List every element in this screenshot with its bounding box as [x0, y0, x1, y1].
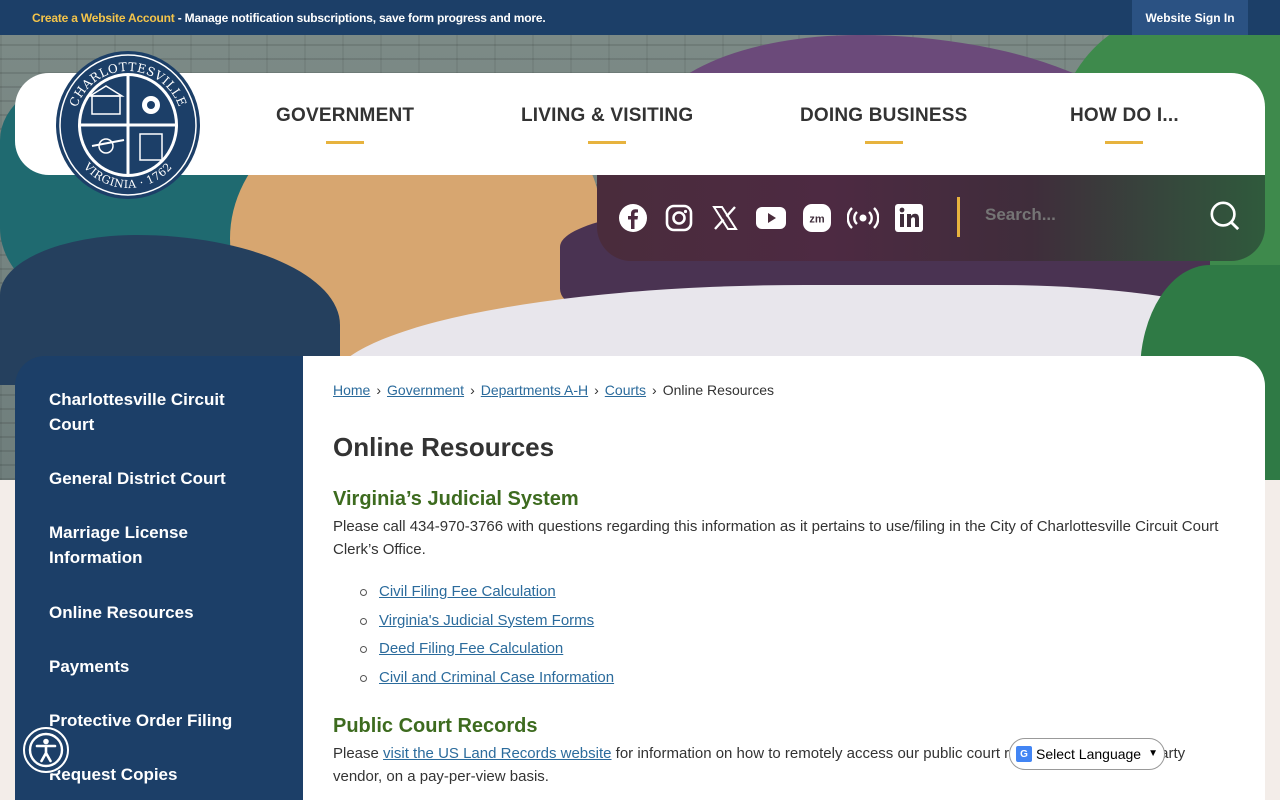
- top-notification-bar: Create a Website Account - Manage notifi…: [0, 0, 1280, 35]
- list-item: Civil and Criminal Case Information: [359, 669, 614, 698]
- list-item: Civil Filing Fee Calculation: [359, 583, 614, 612]
- chevron-down-icon: ▼: [1148, 748, 1158, 759]
- sidebar-item-general-district-court[interactable]: General District Court: [49, 466, 269, 491]
- link-case-information[interactable]: Civil and Criminal Case Information: [379, 669, 614, 686]
- search-icon[interactable]: [1209, 200, 1241, 232]
- breadcrumb-departments[interactable]: Departments A-H: [481, 382, 588, 398]
- section-heading-judicial-system: Virginia’s Judicial System: [333, 488, 579, 510]
- list-item: Deed Filing Fee Calculation: [359, 640, 614, 669]
- nav-doing-business[interactable]: DOING BUSINESS: [800, 105, 968, 144]
- sidebar-item-protective-order[interactable]: Protective Order Filing: [49, 708, 269, 733]
- breadcrumb-separator: ›: [594, 382, 599, 398]
- linkedin-icon[interactable]: [893, 202, 925, 234]
- accessibility-icon: [28, 732, 64, 768]
- nav-label: LIVING & VISITING: [521, 105, 694, 126]
- nav-underline: [864, 141, 903, 144]
- youtube-icon[interactable]: [755, 202, 787, 234]
- social-search-strip: zm: [597, 175, 1265, 261]
- main-content: Home › Government › Departments A-H › Courts › O…: [303, 356, 1265, 800]
- city-seal-logo[interactable]: CHARLOTTESVILLE VIRGINIA · 1762: [54, 50, 202, 200]
- google-translate-icon: G: [1016, 746, 1032, 762]
- public-records-text-before: Please: [333, 745, 384, 762]
- sidebar-item-online-resources[interactable]: Online Resources: [49, 600, 269, 625]
- language-select-label: Select Language: [1036, 746, 1142, 762]
- podcast-icon[interactable]: [847, 202, 879, 234]
- link-judicial-forms[interactable]: Virginia's Judicial System Forms: [379, 612, 594, 629]
- account-message: Create a Website Account - Manage notifi…: [32, 11, 546, 25]
- nav-how-do-i[interactable]: HOW DO I...: [1070, 105, 1179, 144]
- svg-text:zm: zm: [809, 214, 825, 226]
- breadcrumb-home[interactable]: Home: [333, 382, 370, 398]
- breadcrumb-separator: ›: [376, 382, 382, 398]
- nav-underline: [1105, 141, 1144, 144]
- breadcrumb-current: Online Resources: [662, 382, 774, 398]
- list-item: Virginia's Judicial System Forms: [359, 612, 614, 641]
- sidebar-item-marriage-license[interactable]: Marriage License Information: [49, 520, 229, 570]
- social-search-divider: [957, 197, 960, 237]
- breadcrumb-separator: ›: [470, 382, 475, 398]
- create-account-link[interactable]: Create a Website Account: [32, 11, 175, 25]
- instagram-icon[interactable]: [663, 202, 695, 234]
- x-icon[interactable]: [709, 202, 741, 234]
- page-title: Online Resources: [333, 432, 555, 462]
- section-heading-public-records: Public Court Records: [333, 715, 538, 737]
- website-sign-in-button[interactable]: Website Sign In: [1132, 0, 1248, 35]
- accessibility-button[interactable]: [23, 727, 69, 773]
- nav-label: GOVERNMENT: [276, 105, 415, 126]
- breadcrumb-government[interactable]: Government: [387, 382, 464, 398]
- breadcrumb: Home › Government › Departments A-H › Courts › O…: [333, 382, 774, 398]
- nav-underline: [588, 141, 627, 144]
- sidebar-item-circuit-court[interactable]: Charlottesville Circuit Court: [49, 387, 269, 437]
- sidebar-item-request-copies[interactable]: Request Copies: [49, 762, 269, 787]
- link-civil-filing-fee[interactable]: Civil Filing Fee Calculation: [379, 583, 556, 600]
- nav-government[interactable]: GOVERNMENT: [276, 105, 415, 144]
- nav-label: DOING BUSINESS: [800, 105, 968, 126]
- nav-living-visiting[interactable]: LIVING & VISITING: [521, 105, 694, 144]
- site-search-input[interactable]: [985, 205, 1185, 225]
- section-text-judicial-system: Please call 434-970-3766 with questions …: [333, 518, 1219, 558]
- zoom-icon[interactable]: zm: [801, 202, 833, 234]
- main-navigation: GOVERNMENT LIVING & VISITING DOING BUSIN…: [15, 73, 1265, 175]
- link-us-land-records[interactable]: visit the US Land Records website: [383, 745, 611, 762]
- facebook-icon[interactable]: [617, 202, 649, 234]
- nav-label: HOW DO I...: [1070, 105, 1179, 126]
- resource-links-list: Civil Filing Fee Calculation Virginia's …: [359, 583, 614, 698]
- breadcrumb-courts[interactable]: Courts: [605, 382, 646, 398]
- nav-underline: [326, 141, 365, 144]
- breadcrumb-separator: ›: [652, 382, 657, 398]
- link-deed-filing-fee[interactable]: Deed Filing Fee Calculation: [379, 640, 563, 657]
- language-select[interactable]: G Select Language ▼: [1009, 738, 1165, 770]
- sidebar-item-payments[interactable]: Payments: [49, 654, 269, 679]
- account-message-text: - Manage notification subscriptions, sav…: [174, 11, 546, 25]
